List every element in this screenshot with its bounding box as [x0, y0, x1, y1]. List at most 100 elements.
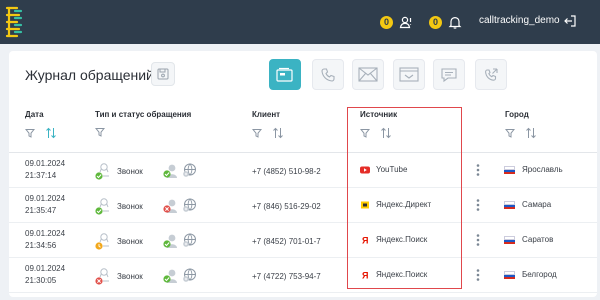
channel-chat-button[interactable] [433, 59, 465, 90]
users-badge: 0 [380, 15, 393, 29]
username[interactable]: calltracking_demo [479, 15, 560, 26]
call-date: 09.01.2024 [25, 264, 66, 273]
more-vertical-icon[interactable] [475, 268, 481, 282]
city-controls [505, 127, 547, 139]
logo-icon[interactable] [3, 4, 23, 40]
column-date: Дата [25, 110, 44, 119]
source-controls [360, 127, 402, 139]
svg-text:Я: Я [362, 236, 368, 244]
channel-all-button[interactable] [269, 59, 301, 90]
client-phone[interactable]: +7 (846) 516-29-02 [252, 202, 321, 211]
call-status-icons[interactable] [159, 232, 201, 250]
page-title: Журнал обращений [25, 67, 154, 83]
mail-icon [358, 67, 378, 82]
bell-icon [448, 16, 462, 29]
call-status-icons[interactable] [159, 197, 201, 215]
call-city: Белгород [504, 270, 557, 279]
more-vertical-icon[interactable] [475, 198, 481, 212]
call-status-icons[interactable] [159, 162, 201, 180]
yandex-icon: Я [362, 271, 368, 279]
column-city: Город [505, 110, 529, 119]
chat-icon [441, 67, 457, 82]
call-time: 21:35:47 [25, 206, 57, 215]
city-label: Саратов [522, 235, 554, 244]
journal-card: Журнал обращений Дата Тип и статус обращ… [9, 51, 597, 297]
table-row[interactable]: 09.01.2024 21:35:47 Звонок +7 (846) 516-… [9, 188, 597, 223]
sort-icon[interactable] [45, 127, 57, 139]
table-row[interactable]: 09.01.2024 21:34:56 Звонок +7 (8452) 701… [9, 223, 597, 258]
filter-icon[interactable] [25, 128, 35, 138]
user-alert-icon [399, 16, 412, 29]
more-vertical-icon[interactable] [475, 163, 481, 177]
filter-icon[interactable] [505, 128, 515, 138]
channel-calls-button[interactable] [312, 59, 344, 90]
svg-text:Я: Я [362, 271, 368, 279]
save-icon [157, 68, 169, 80]
column-client: Клиент [252, 110, 281, 119]
source-label: Яндекс.Поиск [376, 270, 428, 279]
source-label: Яндекс.Директ [376, 200, 432, 209]
call-type-icon [95, 163, 109, 180]
table-row[interactable]: 09.01.2024 21:37:14 Звонок +7 (4852) 510… [9, 153, 597, 188]
top-bar: 0 0 calltracking_demo [0, 0, 600, 44]
call-city: Саратов [504, 235, 553, 244]
column-source: Источник [360, 110, 398, 119]
channels-icon [276, 67, 293, 82]
call-source: YouTube [360, 165, 407, 174]
yandex-icon: Я [362, 236, 368, 244]
client-phone[interactable]: +7 (8452) 701-01-7 [252, 237, 321, 246]
sort-icon[interactable] [272, 127, 284, 139]
callback-icon [485, 67, 498, 81]
russia-flag-icon [504, 200, 515, 209]
call-city: Самара [504, 200, 551, 209]
type-controls [95, 127, 115, 137]
bell-badge: 0 [429, 15, 442, 29]
call-source: Я Яндекс.Поиск [360, 270, 427, 279]
channel-callback-button[interactable] [475, 59, 507, 90]
youtube-icon [360, 166, 370, 173]
call-type-label: Звонок [117, 202, 143, 211]
phone-icon [321, 67, 335, 82]
call-datetime: 09.01.2024 21:35:47 [25, 193, 65, 217]
call-date: 09.01.2024 [25, 229, 66, 238]
call-date: 09.01.2024 [25, 159, 66, 168]
filter-icon[interactable] [95, 127, 105, 137]
russia-flag-icon [504, 270, 515, 279]
column-type: Тип и статус обращения [95, 110, 192, 119]
call-type-icon [95, 268, 109, 285]
russia-flag-icon [504, 165, 515, 174]
notifications-users[interactable]: 0 [380, 13, 413, 31]
call-type-icon [95, 233, 109, 250]
call-datetime: 09.01.2024 21:34:56 [25, 228, 65, 252]
channel-email-button[interactable] [352, 59, 384, 90]
channel-form-button[interactable] [393, 59, 425, 90]
city-label: Ярославль [522, 165, 563, 174]
filter-icon[interactable] [360, 128, 370, 138]
call-time: 21:37:14 [25, 171, 57, 180]
call-type-icon [95, 198, 109, 215]
logout-icon[interactable] [563, 14, 577, 28]
client-controls [252, 127, 294, 139]
save-report-button[interactable] [151, 62, 175, 86]
city-label: Самара [522, 200, 552, 209]
call-type-label: Звонок [117, 237, 143, 246]
call-date: 09.01.2024 [25, 194, 66, 203]
sort-icon[interactable] [525, 127, 537, 139]
call-status-icons[interactable] [159, 267, 201, 285]
date-controls [25, 127, 67, 139]
table-row[interactable]: 09.01.2024 21:30:05 Звонок +7 (4722) 753… [9, 258, 597, 293]
source-label: YouTube [376, 165, 408, 174]
filter-icon[interactable] [252, 128, 262, 138]
call-type-label: Звонок [117, 272, 143, 281]
russia-flag-icon [504, 235, 515, 244]
source-label: Яндекс.Поиск [376, 235, 428, 244]
yandex-direct-icon [361, 201, 369, 208]
notifications-bell[interactable]: 0 [429, 13, 462, 31]
call-datetime: 09.01.2024 21:37:14 [25, 158, 65, 182]
client-phone[interactable]: +7 (4852) 510-98-2 [252, 167, 321, 176]
call-source: Яндекс.Директ [360, 200, 431, 209]
client-phone[interactable]: +7 (4722) 753-94-7 [252, 272, 321, 281]
sort-icon[interactable] [380, 127, 392, 139]
call-source: Я Яндекс.Поиск [360, 235, 427, 244]
more-vertical-icon[interactable] [475, 233, 481, 247]
